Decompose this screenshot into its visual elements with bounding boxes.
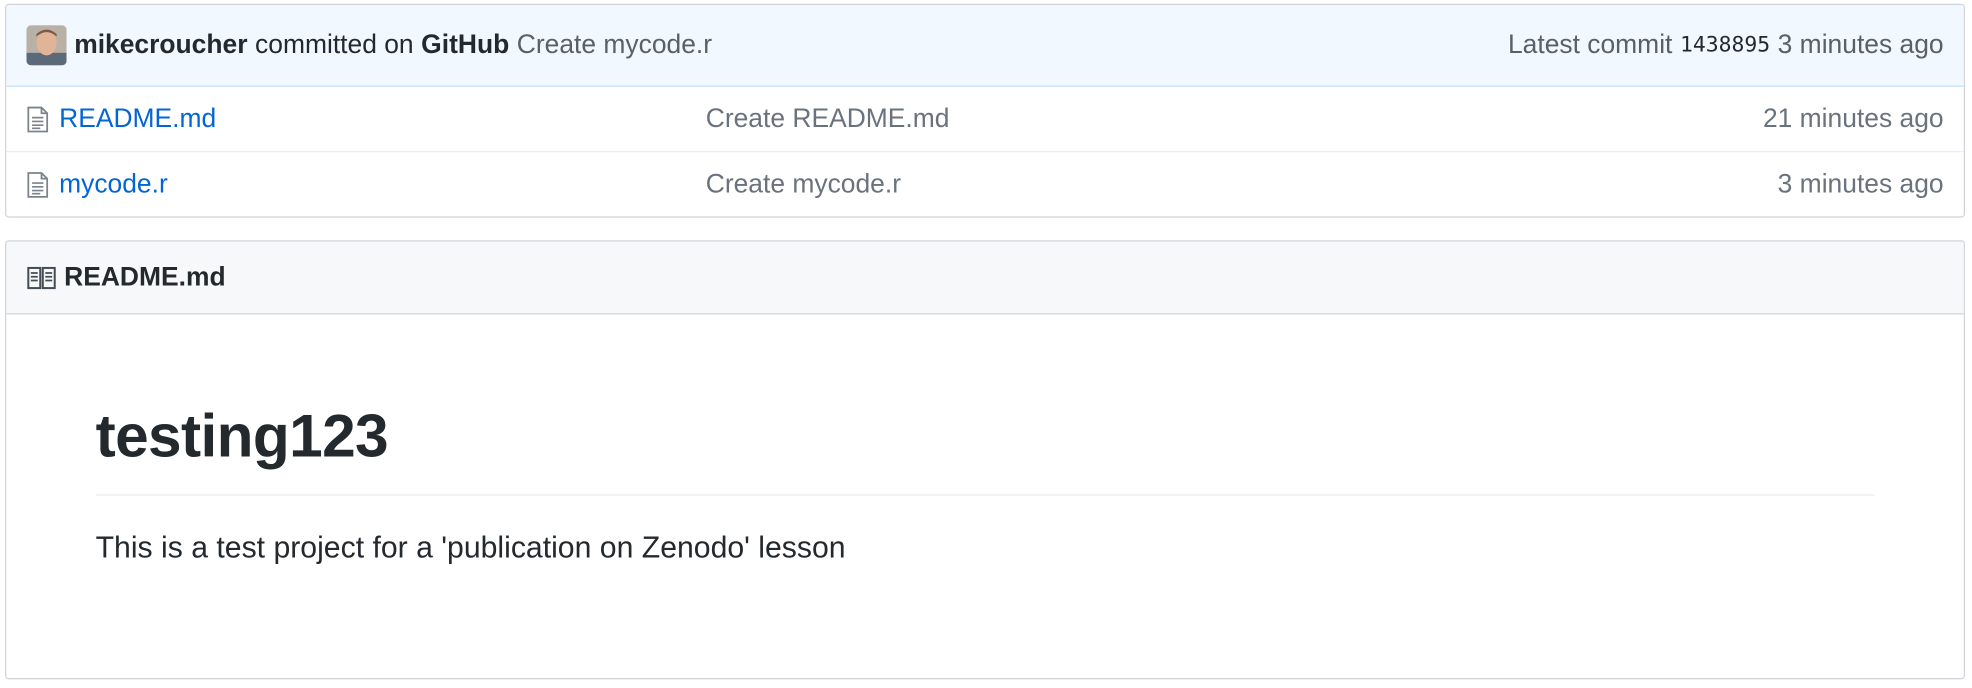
file-age: 21 minutes ago xyxy=(1762,103,1944,133)
file-age: 3 minutes ago xyxy=(1777,169,1944,199)
file-name-link[interactable]: mycode.r xyxy=(59,169,706,199)
commit-author-link[interactable]: mikecroucher xyxy=(74,30,247,60)
readme-heading: testing123 xyxy=(95,403,1875,496)
readme-box: README.md testing123 This is a test proj… xyxy=(5,240,1965,680)
file-text-icon xyxy=(27,171,49,198)
avatar[interactable] xyxy=(26,25,67,66)
readme-filename: README.md xyxy=(64,262,226,292)
file-list-box: mikecroucher committed on GitHub Create … xyxy=(5,3,1965,218)
readme-content: testing123 This is a test project for a … xyxy=(6,315,1963,567)
file-commit-message-link[interactable]: Create mycode.r xyxy=(706,169,901,199)
file-commit-message-link[interactable]: Create README.md xyxy=(706,104,950,134)
file-name-link[interactable]: README.md xyxy=(59,104,706,134)
commit-message-link[interactable]: Create mycode.r xyxy=(517,30,712,60)
commit-sha-link[interactable]: 1438895 xyxy=(1680,33,1770,58)
commit-age: 3 minutes ago xyxy=(1777,30,1944,60)
commit-committer: GitHub xyxy=(421,30,510,60)
file-text-icon xyxy=(27,106,49,132)
book-icon xyxy=(27,266,56,289)
file-row: mycode.r Create mycode.r 3 minutes ago xyxy=(6,152,1963,216)
readme-header: README.md xyxy=(6,241,1964,315)
readme-paragraph: This is a test project for a 'publicatio… xyxy=(95,530,846,565)
commit-verb: committed on xyxy=(255,30,414,60)
latest-commit-label: Latest commit xyxy=(1507,30,1673,60)
latest-commit-bar: mikecroucher committed on GitHub Create … xyxy=(6,5,1964,87)
latest-commit-info: Latest commit 1438895 3 minutes ago xyxy=(1508,30,1944,60)
file-row: README.md Create README.md 21 minutes ag… xyxy=(6,87,1964,153)
